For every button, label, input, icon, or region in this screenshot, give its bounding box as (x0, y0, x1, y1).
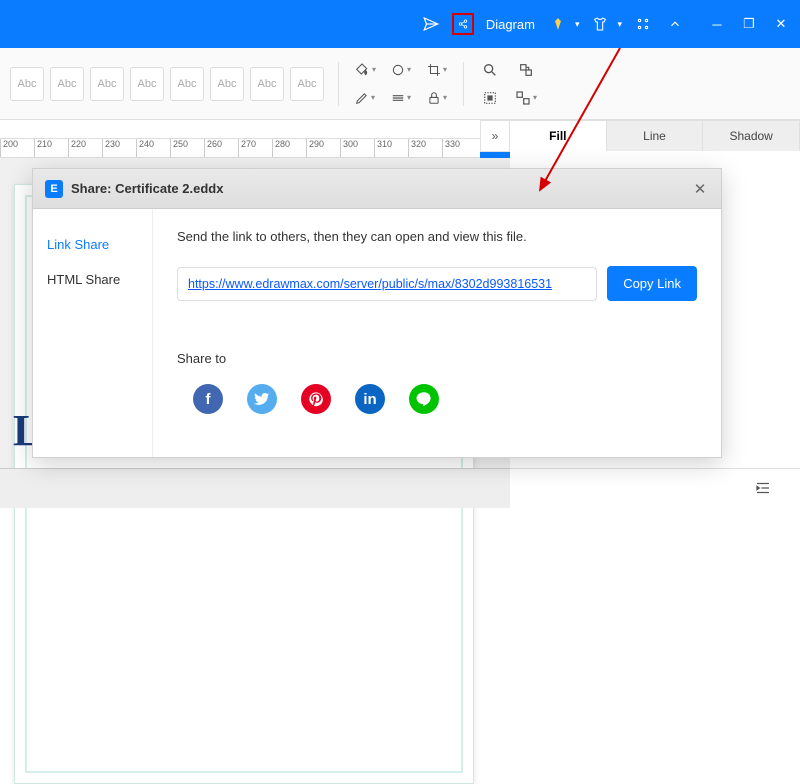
replace-icon[interactable] (514, 59, 538, 81)
lock-icon[interactable]: ▾ (425, 87, 449, 109)
shape-style-button[interactable]: Abc (250, 67, 284, 101)
maximize-button[interactable]: ❐ (742, 17, 756, 31)
ruler-tick: 320 (408, 139, 442, 157)
line-style-icon[interactable]: ▾ (389, 87, 413, 109)
shape-outline-icon[interactable]: ▾ (389, 59, 413, 81)
share-icon[interactable] (452, 13, 474, 35)
nav-link-share[interactable]: Link Share (33, 227, 152, 262)
side-panel-tabs: Fill Line Shadow (510, 120, 800, 151)
minimize-button[interactable]: ─ (710, 17, 724, 31)
horizontal-ruler: 2002102202302402502602702802903003103203… (0, 138, 480, 158)
tab-shadow[interactable]: Shadow (703, 121, 800, 151)
dialog-title: Share: Certificate 2.eddx (71, 181, 683, 196)
send-icon[interactable] (420, 13, 442, 35)
search-icon[interactable] (478, 59, 502, 81)
right-panel-bottom (510, 468, 800, 508)
collapse-panel-button[interactable]: » (480, 120, 510, 152)
line-icon[interactable] (409, 384, 439, 414)
crop-icon[interactable]: ▾ (425, 59, 449, 81)
facebook-icon[interactable]: f (193, 384, 223, 414)
tab-fill[interactable]: Fill (510, 121, 607, 151)
shape-style-button[interactable]: Abc (130, 67, 164, 101)
share-url-field[interactable]: https://www.edrawmax.com/server/public/s… (177, 267, 597, 301)
ruler-tick: 250 (170, 139, 204, 157)
ruler-tick: 310 (374, 139, 408, 157)
ruler-tick: 300 (340, 139, 374, 157)
share-to-label: Share to (177, 351, 697, 366)
ruler-tick: 210 (34, 139, 68, 157)
close-button[interactable]: ✕ (774, 17, 788, 31)
ruler-tick: 240 (136, 139, 170, 157)
dropdown-icon[interactable]: ▾ (575, 19, 580, 30)
dialog-close-button[interactable]: ✕ (691, 180, 709, 198)
fill-bucket-icon[interactable]: ▾ (353, 59, 377, 81)
ruler-tick: 270 (238, 139, 272, 157)
dropdown-icon[interactable]: ▾ (617, 19, 622, 30)
linkedin-icon[interactable]: in (355, 384, 385, 414)
shirt-icon[interactable] (589, 13, 611, 35)
copy-link-button[interactable]: Copy Link (607, 266, 697, 301)
apps-icon[interactable] (632, 13, 654, 35)
shape-style-button[interactable]: Abc (50, 67, 84, 101)
ruler-tick: 200 (0, 139, 34, 157)
title-bar: Diagram ▾ ▾ ─ ❐ ✕ (0, 0, 800, 48)
share-instruction: Send the link to others, then they can o… (177, 229, 697, 244)
shape-style-button[interactable]: Abc (170, 67, 204, 101)
ruler-tick: 230 (102, 139, 136, 157)
select-all-icon[interactable] (478, 87, 502, 109)
pencil-icon[interactable]: ▾ (353, 87, 377, 109)
ribbon-toolbar: AbcAbcAbcAbcAbcAbcAbcAbc ▾ ▾ ▾ ▾ ▾ ▾ ▾ (0, 48, 800, 120)
group-icon[interactable]: ▾ (514, 87, 538, 109)
pinterest-icon[interactable] (301, 384, 331, 414)
shape-style-button[interactable]: Abc (210, 67, 244, 101)
nav-html-share[interactable]: HTML Share (33, 262, 152, 297)
ruler-tick: 280 (272, 139, 306, 157)
twitter-icon[interactable] (247, 384, 277, 414)
ruler-tick: 220 (68, 139, 102, 157)
chevron-up-icon[interactable] (664, 13, 686, 35)
dialog-header: E Share: Certificate 2.eddx ✕ (33, 169, 721, 209)
indent-icon[interactable] (754, 479, 774, 499)
tab-line[interactable]: Line (607, 121, 704, 151)
dialog-nav: Link Share HTML Share (33, 209, 153, 457)
diamond-icon[interactable] (547, 13, 569, 35)
shape-style-button[interactable]: Abc (290, 67, 324, 101)
ruler-tick: 330 (442, 139, 476, 157)
ruler-tick: 290 (306, 139, 340, 157)
app-logo-icon: E (45, 180, 63, 198)
shape-style-button[interactable]: Abc (90, 67, 124, 101)
share-dialog: E Share: Certificate 2.eddx ✕ Link Share… (32, 168, 722, 458)
shape-style-button[interactable]: Abc (10, 67, 44, 101)
ruler-tick: 260 (204, 139, 238, 157)
diagram-label[interactable]: Diagram (484, 17, 537, 32)
